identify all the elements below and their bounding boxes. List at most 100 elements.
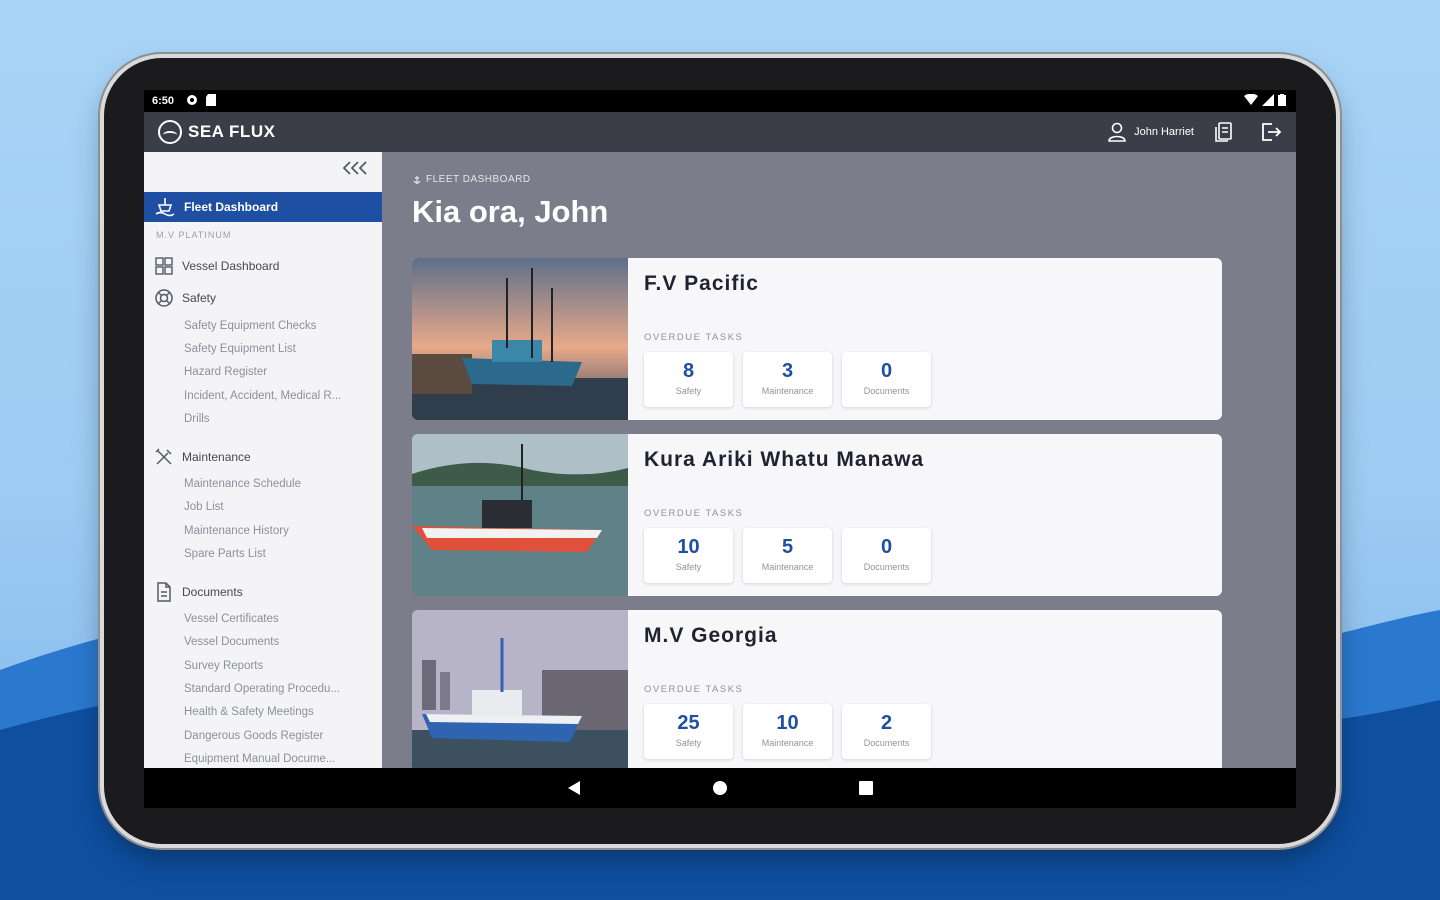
wifi-icon: [1244, 93, 1258, 109]
vessel-photo: [412, 434, 628, 596]
safety-task-count[interactable]: 10 Safety: [644, 528, 733, 583]
vessel-name: F.V Pacific: [644, 272, 759, 295]
sidebar: Fleet Dashboard M.V PLATINUM Vessel Dash…: [144, 152, 382, 768]
sidebar-subitem[interactable]: Safety Equipment List: [184, 343, 374, 355]
collapse-sidebar-icon[interactable]: [342, 160, 370, 181]
sidebar-subitem[interactable]: Spare Parts List: [184, 548, 374, 560]
sidebar-subitem[interactable]: Standard Operating Procedu...: [184, 683, 374, 695]
sidebar-item-label: Fleet Dashboard: [184, 200, 279, 214]
sidebar-subitem[interactable]: Vessel Documents: [184, 636, 374, 648]
maintenance-task-count[interactable]: 10 Maintenance: [743, 704, 832, 759]
page-title: Kia ora, John: [412, 194, 609, 229]
task-label: Maintenance: [761, 562, 814, 572]
sidebar-subitem[interactable]: Vessel Certificates: [184, 613, 374, 625]
overdue-tasks: 10 Safety 5 Maintenance 0 Documents: [644, 528, 931, 583]
user-icon: [1108, 122, 1126, 142]
breadcrumb: FLEET DASHBOARD: [412, 174, 531, 185]
overdue-tasks-label: OVERDUE TASKS: [644, 684, 744, 695]
home-icon[interactable]: [712, 780, 728, 801]
sync-icon[interactable]: [1214, 121, 1236, 148]
status-bar: 6:50: [144, 90, 1296, 112]
overdue-tasks: 8 Safety 3 Maintenance 0 Documents: [644, 352, 931, 407]
sidebar-item-label: Maintenance: [182, 450, 251, 464]
sidebar-item-label: Vessel Dashboard: [182, 259, 280, 273]
task-count: 5: [781, 536, 794, 558]
back-icon[interactable]: [566, 780, 582, 801]
documents-task-count[interactable]: 0 Documents: [842, 528, 931, 583]
vessel-card[interactable]: M.V Georgia OVERDUE TASKS 25 Safety 10 M…: [412, 610, 1222, 768]
maintenance-task-count[interactable]: 3 Maintenance: [743, 352, 832, 407]
sidebar-item-documents[interactable]: Documents: [154, 582, 243, 602]
dashboard-grid-icon: [155, 257, 173, 275]
sidebar-subitem[interactable]: Dangerous Goods Register: [184, 730, 374, 742]
sidebar-subitem[interactable]: Safety Equipment Checks: [184, 320, 374, 332]
signal-icon: [1262, 94, 1274, 109]
sidebar-item-fleet-dashboard[interactable]: Fleet Dashboard: [144, 192, 382, 222]
sidebar-subitem[interactable]: Job List: [184, 501, 374, 513]
sidebar-subitem[interactable]: Maintenance History: [184, 525, 374, 537]
anchor-icon: [413, 175, 421, 184]
task-label: Documents: [863, 386, 910, 396]
fleet-icon: [155, 198, 175, 217]
sidebar-subitem[interactable]: Maintenance Schedule: [184, 478, 374, 490]
status-app-icon: [186, 94, 198, 109]
tablet-screen: 6:50 SEA FLUX John Harriet Fleet Dashboa…: [144, 90, 1296, 808]
documents-task-count[interactable]: 0 Documents: [842, 352, 931, 407]
sidebar-subitem[interactable]: Health & Safety Meetings: [184, 706, 374, 718]
sea-flux-logo-icon: [158, 120, 182, 144]
documents-task-count[interactable]: 2 Documents: [842, 704, 931, 759]
sidebar-subitem[interactable]: Incident, Accident, Medical R...: [184, 390, 374, 402]
logout-icon[interactable]: [1260, 121, 1282, 148]
sidebar-item-vessel-dashboard[interactable]: Vessel Dashboard: [154, 256, 279, 276]
vessel-card[interactable]: Kura Ariki Whatu Manawa OVERDUE TASKS 10…: [412, 434, 1222, 596]
sidebar-subitem[interactable]: Survey Reports: [184, 660, 374, 672]
task-count: 3: [781, 360, 794, 382]
safety-task-count[interactable]: 25 Safety: [644, 704, 733, 759]
main-content: FLEET DASHBOARD Kia ora, John F.V Pacifi…: [382, 152, 1296, 768]
vessel-name: Kura Ariki Whatu Manawa: [644, 448, 925, 471]
task-count: 8: [682, 360, 695, 382]
task-label: Maintenance: [761, 386, 814, 396]
tools-icon: [155, 448, 172, 465]
android-nav-bar: [144, 768, 1296, 808]
task-label: Documents: [863, 562, 910, 572]
sidebar-subitem[interactable]: Hazard Register: [184, 366, 374, 378]
brand-logo[interactable]: SEA FLUX: [158, 120, 275, 144]
task-count: 0: [880, 536, 893, 558]
user-name: John Harriet: [1134, 126, 1194, 138]
maintenance-task-count[interactable]: 5 Maintenance: [743, 528, 832, 583]
task-label: Safety: [675, 738, 702, 748]
task-count: 25: [677, 712, 700, 734]
overdue-tasks-label: OVERDUE TASKS: [644, 332, 744, 343]
task-count: 10: [677, 536, 700, 558]
sidebar-item-maintenance[interactable]: Maintenance: [154, 447, 251, 467]
user-profile[interactable]: John Harriet: [1108, 122, 1194, 142]
recents-icon[interactable]: [858, 780, 874, 801]
sidebar-item-safety[interactable]: Safety: [154, 288, 216, 308]
overdue-tasks: 25 Safety 10 Maintenance 2 Documents: [644, 704, 931, 759]
battery-icon: [1278, 94, 1286, 109]
document-icon: [157, 582, 171, 602]
vessel-section-label: M.V PLATINUM: [156, 230, 232, 240]
sidebar-subitem[interactable]: Equipment Manual Docume...: [184, 753, 374, 765]
vessel-name: M.V Georgia: [644, 624, 778, 647]
task-label: Maintenance: [761, 738, 814, 748]
lifebuoy-icon: [155, 289, 173, 307]
sidebar-item-label: Safety: [182, 291, 217, 305]
vessel-photo: [412, 610, 628, 768]
safety-task-count[interactable]: 8 Safety: [644, 352, 733, 407]
brand-name: SEA FLUX: [188, 122, 276, 141]
task-count: 2: [880, 712, 893, 734]
vessel-photo: [412, 258, 628, 420]
vessel-card[interactable]: F.V Pacific OVERDUE TASKS 8 Safety 3 Mai…: [412, 258, 1222, 420]
task-label: Safety: [675, 386, 702, 396]
overdue-tasks-label: OVERDUE TASKS: [644, 508, 744, 519]
sidebar-item-label: Documents: [182, 585, 243, 599]
task-label: Documents: [863, 738, 910, 748]
status-time: 6:50: [152, 95, 175, 107]
app-header: SEA FLUX John Harriet: [144, 112, 1296, 152]
breadcrumb-label: FLEET DASHBOARD: [426, 174, 531, 185]
sidebar-subitem[interactable]: Drills: [184, 413, 374, 425]
task-count: 10: [776, 712, 799, 734]
task-label: Safety: [675, 562, 702, 572]
